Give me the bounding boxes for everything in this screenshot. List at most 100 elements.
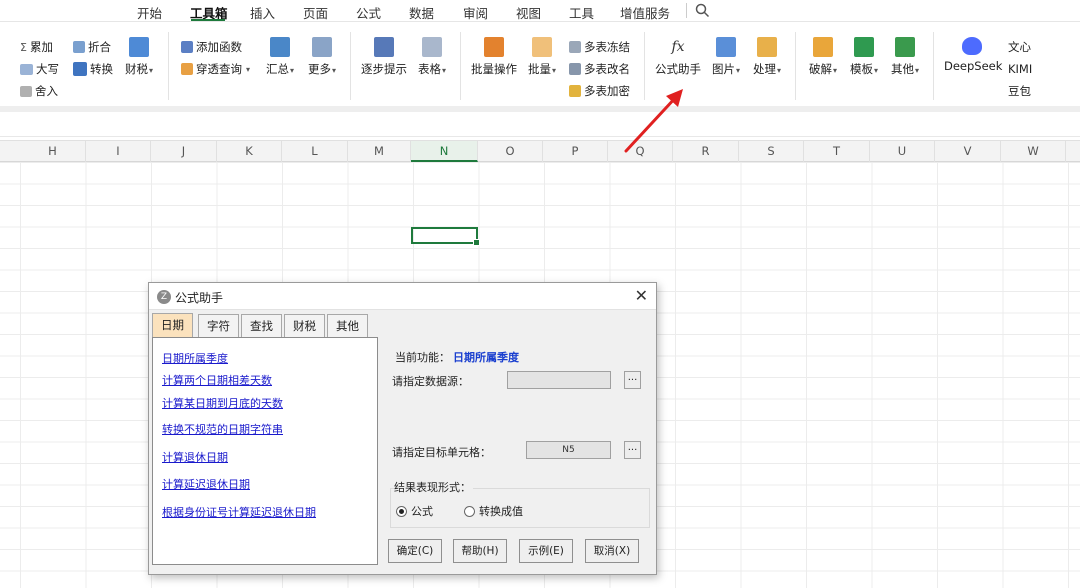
formula-assistant-dialog: Z 公式助手 ✕ 日期 字符 查找 财税 其他 日期所属季度 计算两个日期相差天… [148,282,657,575]
batch-operation-button[interactable]: 批量操作 [470,37,518,77]
multi-freeze-button[interactable]: 多表冻结 [569,38,630,56]
tab-review[interactable]: 审阅 [463,3,488,22]
function-link[interactable]: 根据身份证号计算延迟退休日期 [162,504,316,520]
key-icon [569,85,581,97]
other-icon [895,37,915,57]
target-cell-input[interactable]: N5 [526,441,611,459]
cross-query-icon [181,63,193,75]
add-function-button[interactable]: 添加函数 [181,38,242,56]
function-link[interactable]: 转换不规范的日期字符串 [162,421,283,437]
column-header[interactable]: S [739,141,804,162]
process-button[interactable]: 处理▾ [749,37,785,77]
selected-cell[interactable] [411,227,480,246]
column-header[interactable]: V [935,141,1001,162]
rename-icon [569,63,581,75]
column-header[interactable]: M [348,141,411,162]
accumulate-button[interactable]: Σ 累加 [20,38,53,56]
ribbon-divider [644,32,645,100]
step-hint-button[interactable]: 逐步提示 [360,37,408,77]
column-header[interactable]: P [543,141,608,162]
template-button[interactable]: 模板▾ [846,37,882,77]
column-header-selected[interactable]: N [411,141,478,162]
function-link[interactable]: 计算两个日期相差天数 [162,372,272,388]
app-logo-icon: Z [157,290,171,304]
uppercase-button[interactable]: 大写 [20,60,59,78]
confirm-button[interactable]: 确定(C) [388,539,442,563]
add-function-icon [181,41,193,53]
function-link[interactable]: 日期所属季度 [162,350,228,366]
tab-lookup[interactable]: 查找 [241,314,282,337]
column-header[interactable]: I [86,141,151,162]
tab-string[interactable]: 字符 [198,314,239,337]
target-cell-pick-button[interactable]: ... [624,441,641,459]
tab-page[interactable]: 页面 [303,3,328,22]
menu-bar: 开始 工具箱 插入 页面 公式 数据 审阅 视图 工具 增值服务 [0,0,1080,22]
tab-tools[interactable]: 工具 [569,3,594,22]
tab-insert[interactable]: 插入 [250,3,275,22]
batch-icon [532,37,552,57]
tab-start[interactable]: 开始 [137,3,162,22]
tab-finance[interactable]: 财税 [284,314,325,337]
column-header[interactable]: R [673,141,739,162]
doubao-button[interactable]: 豆包 [1008,82,1031,100]
cancel-button[interactable]: 取消(X) [585,539,639,563]
process-icon [757,37,777,57]
other-button[interactable]: 其他▾ [887,37,923,77]
column-header[interactable]: T [804,141,870,162]
column-header[interactable]: L [282,141,348,162]
ribbon-toolbar: Σ 累加 大写 舍入 折合 转换 财税▾ 添加函数 穿透查询 ▾ 汇总▾ 更多▾ 逐… [0,22,1080,106]
kimi-button[interactable]: KIMI [1008,60,1032,78]
tab-other[interactable]: 其他 [327,314,368,337]
function-link[interactable]: 计算某日期到月底的天数 [162,395,283,411]
abc-123-icon [73,62,87,76]
example-button[interactable]: 示例(E) [519,539,573,563]
table-button[interactable]: 表格▾ [414,37,450,77]
freeze-icon [569,41,581,53]
column-header[interactable]: W [1001,141,1066,162]
column-header[interactable]: U [870,141,935,162]
wenxin-button[interactable]: 文心 [1008,38,1031,56]
radio-formula[interactable]: 公式 [396,503,433,519]
formula-assistant-button[interactable]: fx 公式助手 [654,37,702,77]
data-source-input[interactable] [507,371,611,389]
help-button[interactable]: 帮助(H) [453,539,507,563]
more-button[interactable]: 更多▾ [304,37,340,77]
deepseek-button[interactable]: DeepSeek [944,37,1002,73]
tab-date[interactable]: 日期 [152,313,193,338]
search-icon[interactable] [695,3,710,18]
round-icon [20,85,32,97]
multi-encrypt-button[interactable]: 多表加密 [569,82,630,100]
ribbon-divider [795,32,796,100]
close-icon[interactable]: ✕ [635,286,648,305]
data-source-pick-button[interactable]: ... [624,371,641,389]
function-settings-panel: 当前功能： 日期所属季度 请指定数据源： ... 请指定目标单元格： N5 ..… [381,327,653,567]
fold-button[interactable]: 折合 [73,38,111,56]
formula-bar[interactable] [0,112,1080,137]
round-button[interactable]: 舍入 [20,82,58,100]
tab-data[interactable]: 数据 [409,3,434,22]
column-header[interactable]: J [151,141,217,162]
cross-query-button[interactable]: 穿透查询 ▾ [181,60,250,78]
column-header[interactable]: H [20,141,86,162]
batch-button[interactable]: 批量▾ [524,37,560,77]
tab-formula[interactable]: 公式 [356,3,381,22]
function-link[interactable]: 计算退休日期 [162,449,228,465]
finance-button[interactable]: 财税▾ [121,37,157,77]
column-header[interactable]: Q [608,141,673,162]
image-button[interactable]: 图片▾ [708,37,744,77]
convert-button[interactable]: 转换 [73,60,113,78]
tab-value-services[interactable]: 增值服务 [620,3,670,22]
tab-view[interactable]: 视图 [516,3,541,22]
column-header[interactable]: O [478,141,543,162]
function-link[interactable]: 计算延迟退休日期 [162,476,250,492]
dialog-title-bar[interactable]: Z 公式助手 ✕ [149,283,656,310]
batch-operation-icon [484,37,504,57]
table-icon [422,37,442,57]
column-header[interactable]: K [217,141,282,162]
summary-button[interactable]: 汇总▾ [263,37,297,77]
active-tab-indicator [191,19,225,21]
multi-rename-button[interactable]: 多表改名 [569,60,630,78]
crack-button[interactable]: 破解▾ [805,37,841,77]
radio-convert-value[interactable]: 转换成值 [464,503,523,519]
dialog-title: 公式助手 [175,291,224,305]
